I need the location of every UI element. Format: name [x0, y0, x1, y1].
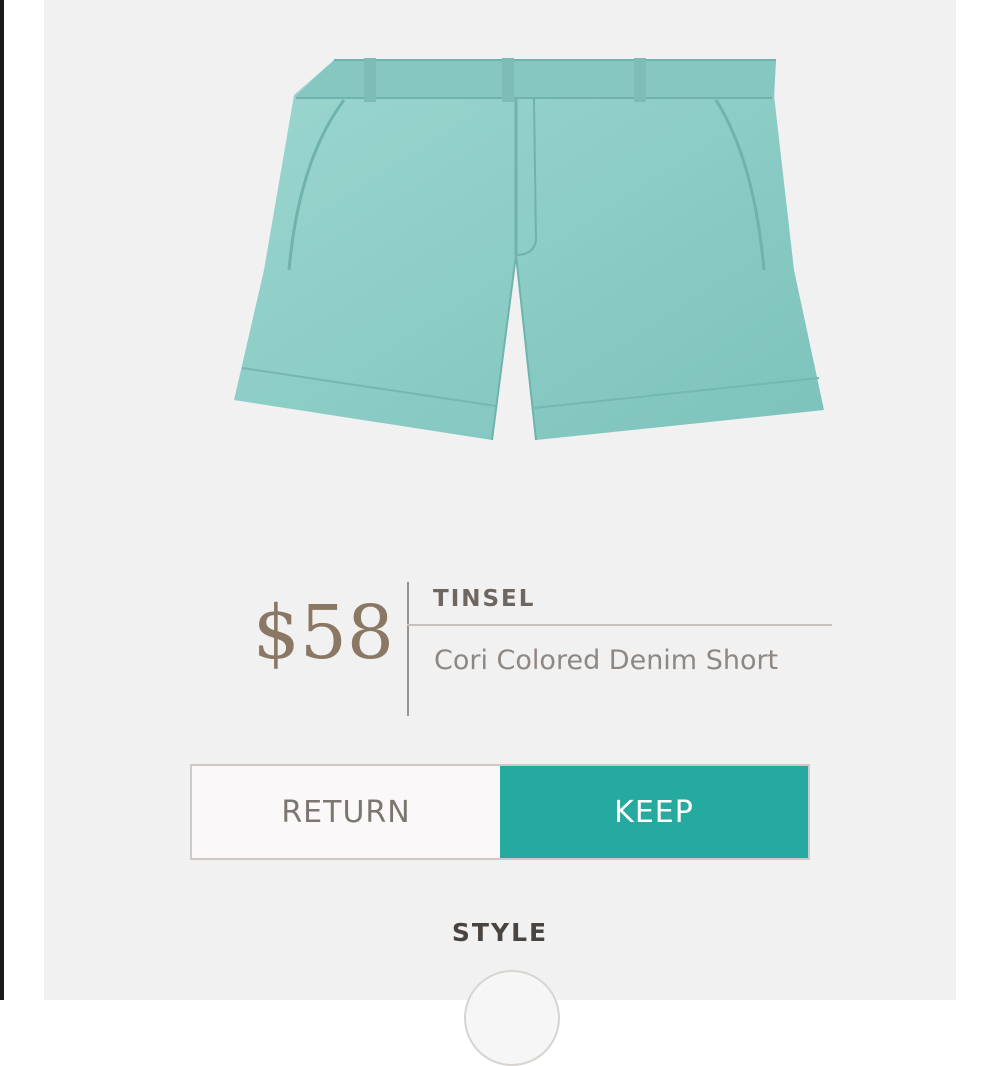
brand-name: TINSEL [433, 586, 536, 612]
product-name: Cori Colored Denim Short [434, 645, 779, 676]
price: $58 [252, 590, 394, 676]
vertical-divider [407, 582, 409, 716]
screen-edge [0, 0, 4, 1000]
style-section-label: STYLE [451, 918, 549, 947]
style-rating-circle[interactable] [464, 970, 560, 1066]
horizontal-divider [407, 624, 832, 626]
keep-button[interactable]: KEEP [500, 766, 808, 858]
return-button[interactable]: RETURN [192, 766, 500, 858]
product-image [234, 58, 824, 441]
return-keep-toggle: RETURN KEEP [190, 764, 810, 860]
product-card: $58 TINSEL Cori Colored Denim Short RETU… [44, 0, 956, 1066]
